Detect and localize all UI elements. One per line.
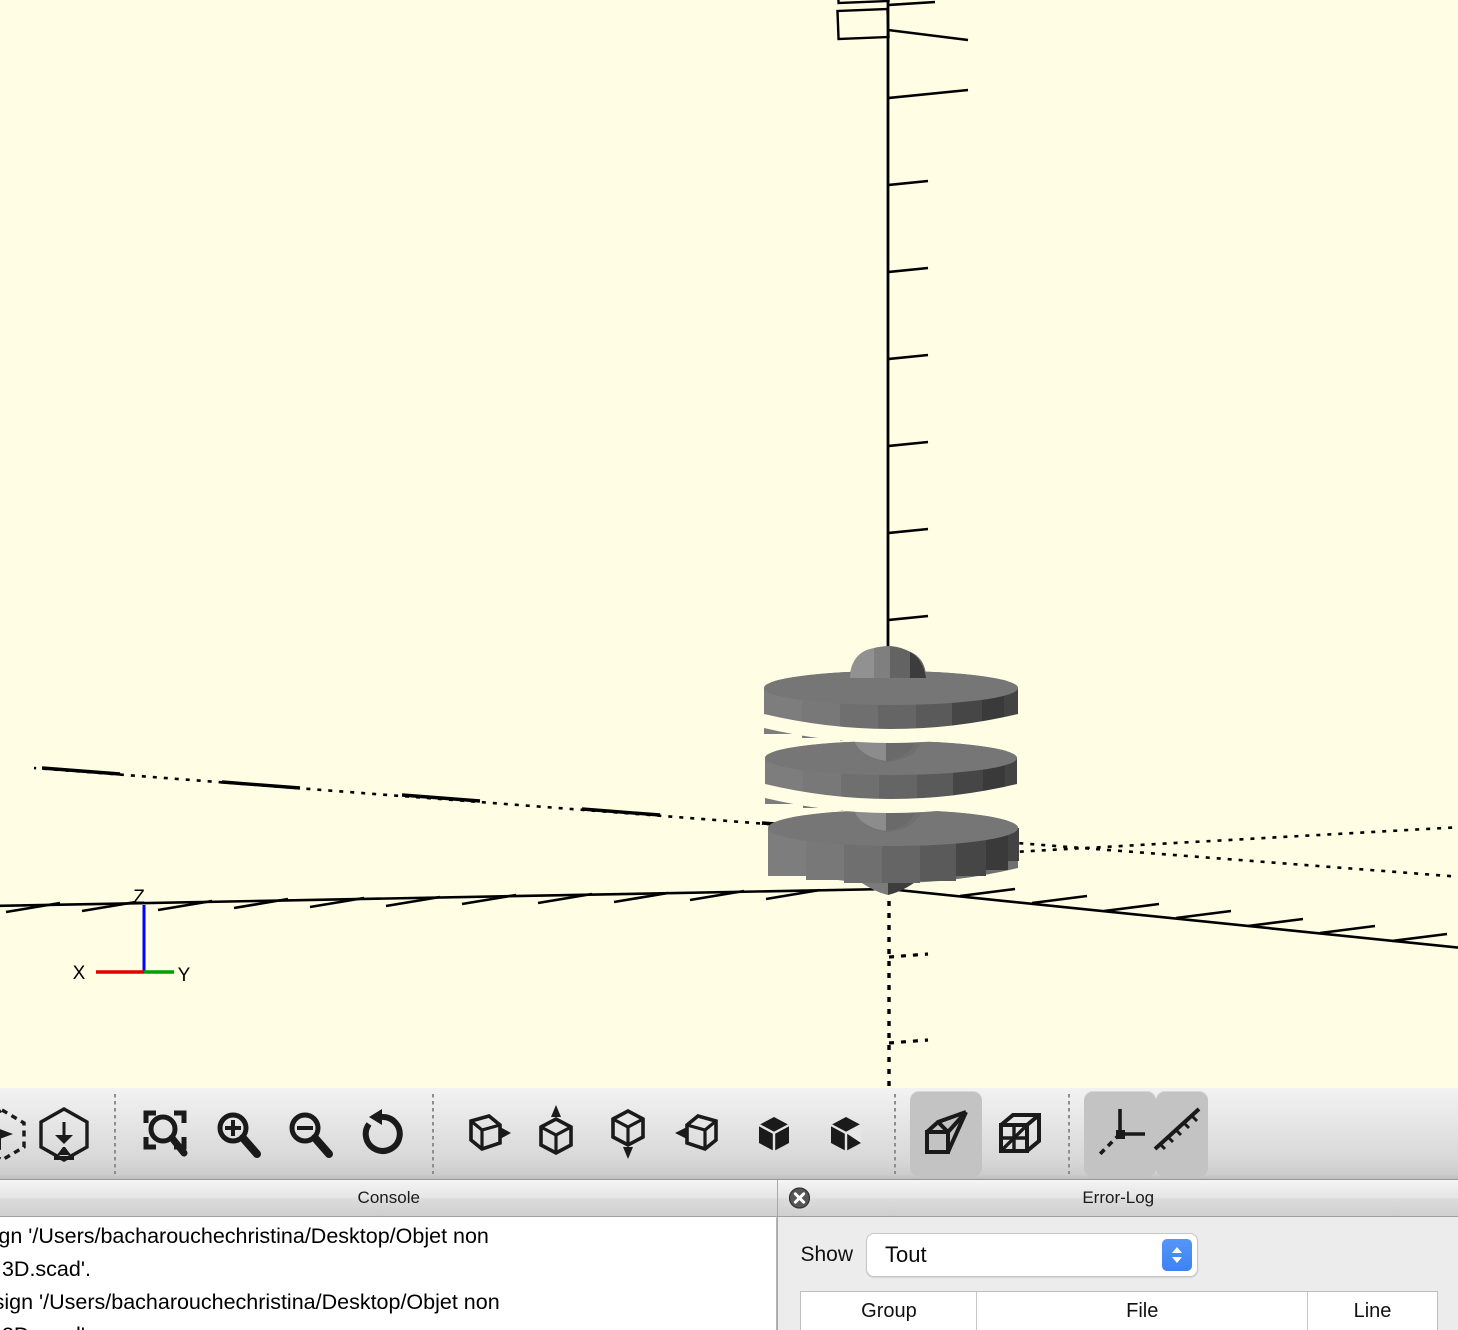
view-back-icon-button[interactable] (808, 1091, 880, 1177)
preview-icon-button[interactable] (0, 1091, 28, 1177)
model-stack (764, 646, 1019, 895)
toolbar-divider-1 (114, 1093, 116, 1174)
render-icon (33, 1103, 95, 1165)
error-log-table-header: Group File Line (800, 1291, 1438, 1330)
view-bottom-icon-button[interactable] (592, 1091, 664, 1177)
view-front-icon (741, 1103, 803, 1165)
console-panel: Console Saved design '/Users/bacharouche… (0, 1180, 778, 1330)
openscad-window: Z X Y Console gn '/Users/bacharouchechri… (0, 0, 1458, 1330)
view-left-icon-button[interactable] (664, 1091, 736, 1177)
cylinder-top (764, 671, 1018, 743)
zoom-in-icon (208, 1104, 268, 1164)
show-label: Show (800, 1243, 853, 1266)
stepper-chevrons-icon[interactable] (1162, 1239, 1192, 1271)
perspective-icon (914, 1102, 978, 1166)
svg-text:X: X (73, 963, 86, 984)
toolbar-divider-4 (1068, 1093, 1070, 1174)
console-output[interactable]: Saved design '/Users/bacharouchechristin… (0, 1217, 778, 1330)
3d-viewport[interactable]: Z X Y (0, 0, 1458, 1088)
zoom-fit-icon-button[interactable] (130, 1091, 202, 1177)
column-header-file[interactable]: File (976, 1292, 1307, 1330)
zoom-fit-icon (136, 1104, 196, 1164)
view-top-icon-button[interactable] (520, 1091, 592, 1177)
reset-view-icon (352, 1104, 412, 1164)
console-line: Loaded design '/Users/bacharouchechristi… (0, 1290, 500, 1314)
view-right-icon-button[interactable] (448, 1091, 520, 1177)
toolbar-divider-3 (894, 1093, 896, 1174)
view-right-icon (453, 1103, 515, 1165)
console-line: fonctionnel 3D.scad'. (0, 1319, 776, 1330)
console-title: Console (357, 1188, 420, 1207)
render-icon-button[interactable] (28, 1091, 100, 1177)
view-top-icon (525, 1103, 587, 1165)
svg-text:Z: Z (133, 887, 145, 908)
svg-text:Y: Y (178, 965, 191, 986)
zoom-in-icon-button[interactable] (202, 1091, 274, 1177)
bottom-panels: Console Saved design '/Users/bacharouche… (0, 1180, 1458, 1330)
reset-view-icon-button[interactable] (346, 1091, 418, 1177)
toolbar-divider-2 (432, 1093, 434, 1174)
error-log-title: Error-Log (1082, 1188, 1155, 1207)
show-axes-icon-button[interactable] (1084, 1090, 1156, 1177)
error-log-filter-select[interactable]: Tout (866, 1233, 1198, 1277)
error-log-body: Show Tout Group File Line (778, 1217, 1458, 1330)
error-log-title-bar: Error-Log (778, 1180, 1458, 1217)
show-scale-icon (1151, 1103, 1213, 1165)
close-icon (789, 1187, 811, 1212)
zoom-out-icon (280, 1104, 340, 1164)
console-line: fonctionnel 3D.scad'. (0, 1257, 91, 1281)
column-header-group[interactable]: Group (801, 1292, 976, 1330)
console-title-bar: Console (0, 1180, 778, 1217)
view-bottom-icon (597, 1103, 659, 1165)
perspective-icon-button[interactable] (910, 1090, 982, 1177)
view-front-icon-button[interactable] (736, 1091, 808, 1177)
view-toolbar (0, 1088, 1458, 1180)
error-log-panel: Error-Log Show Tout Group File Line (777, 1180, 1458, 1330)
y-axis-positive (887, 887, 1458, 949)
console-line: Saved design '/Users/bacharouchechristin… (0, 1224, 489, 1248)
error-log-filter-value: Tout (885, 1242, 927, 1267)
x-axis-negative (33, 766, 1458, 878)
sphere-top (850, 646, 926, 678)
zoom-out-icon-button[interactable] (274, 1091, 346, 1177)
close-icon-button[interactable] (789, 1187, 811, 1212)
view-back-icon (813, 1103, 875, 1165)
console-text: Saved design '/Users/bacharouchechristin… (0, 1220, 776, 1330)
orthogonal-icon-button[interactable] (982, 1091, 1054, 1177)
orthogonal-icon (987, 1103, 1049, 1165)
column-header-line[interactable]: Line (1307, 1292, 1437, 1330)
show-axes-icon (1089, 1103, 1151, 1165)
view-left-icon (669, 1103, 731, 1165)
3d-scene: Z X Y (0, 0, 1458, 1088)
show-scale-icon-button[interactable] (1153, 1090, 1208, 1177)
error-log-filter-row: Show Tout (778, 1217, 1458, 1277)
z-axis-negative (887, 889, 929, 1088)
